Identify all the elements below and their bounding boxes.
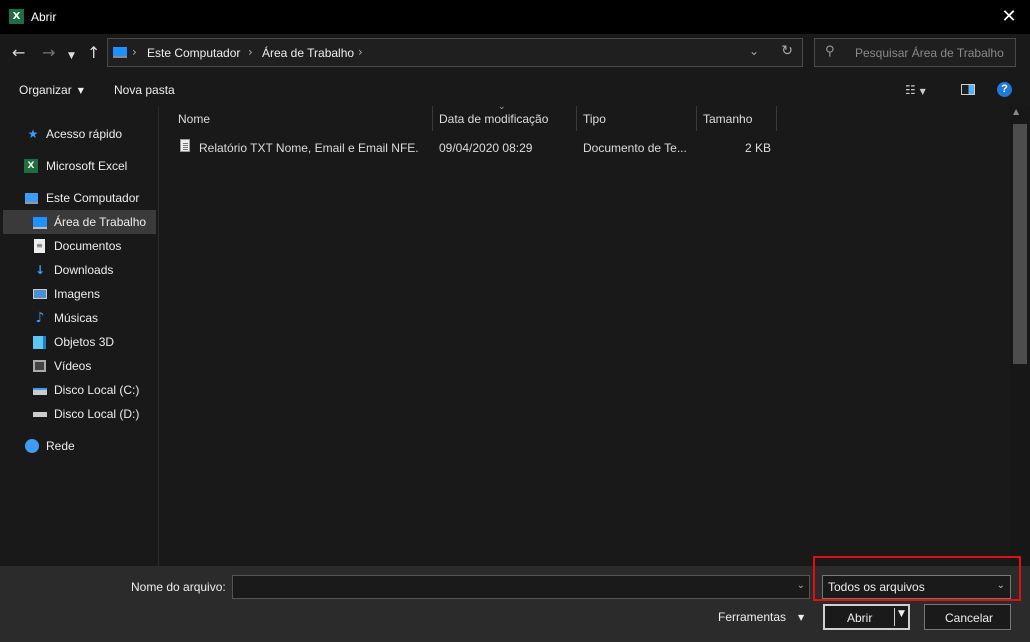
drive-icon bbox=[33, 388, 47, 395]
organize-button[interactable]: Organizar ▼ bbox=[19, 83, 84, 97]
column-header-label: Nome bbox=[178, 112, 211, 126]
sidebar-item-images[interactable]: Imagens bbox=[3, 282, 156, 306]
sidebar-item-label: Vídeos bbox=[54, 359, 92, 373]
split-divider bbox=[894, 608, 895, 626]
sidebar-item-drive-d[interactable]: Disco Local (D:) bbox=[3, 402, 156, 426]
sidebar-item-this-pc[interactable]: Este Computador bbox=[3, 186, 156, 210]
tools-button[interactable]: Ferramentas ▼ bbox=[718, 610, 804, 624]
search-input[interactable]: Pesquisar Área de Trabalho bbox=[855, 46, 1004, 60]
sidebar-item-excel[interactable]: X Microsoft Excel bbox=[3, 154, 156, 178]
filename-label: Nome do arquivo: bbox=[131, 580, 226, 594]
sidebar-item-desktop[interactable]: Área de Trabalho bbox=[3, 210, 156, 234]
desktop-icon bbox=[33, 217, 47, 229]
sidebar-item-label: Documentos bbox=[54, 239, 122, 253]
view-options-icon[interactable]: ☷ ▼ bbox=[905, 83, 926, 97]
column-header-type[interactable]: Tipo bbox=[577, 106, 696, 131]
column-header-label: Data de modificação bbox=[439, 112, 549, 126]
new-folder-button[interactable]: Nova pasta bbox=[114, 83, 175, 97]
command-toolbar: Organizar ▼ Nova pasta bbox=[0, 74, 1030, 106]
tools-label: Ferramentas bbox=[718, 610, 787, 624]
open-button-label: Abrir bbox=[847, 611, 873, 625]
open-options-caret-icon[interactable]: ▼ bbox=[898, 609, 905, 619]
cancel-button-label: Cancelar bbox=[945, 611, 994, 625]
network-icon bbox=[25, 439, 39, 453]
sidebar-item-label: Acesso rápido bbox=[46, 127, 123, 141]
window-title: Abrir bbox=[31, 10, 57, 24]
sidebar-item-label: Imagens bbox=[54, 287, 101, 301]
file-modified: 09/04/2020 08:29 bbox=[439, 141, 533, 155]
forward-arrow-icon[interactable]: → bbox=[42, 44, 55, 62]
file-type: Documento de Te... bbox=[583, 141, 687, 155]
chevron-right-icon[interactable]: › bbox=[248, 45, 253, 59]
highlight-box bbox=[813, 556, 1021, 601]
column-header-label: Tamanho bbox=[703, 112, 753, 126]
excel-icon: X bbox=[24, 159, 38, 173]
organize-label: Organizar bbox=[19, 83, 72, 97]
title-bar: X Abrir ✕ bbox=[0, 0, 1030, 34]
sidebar-item-downloads[interactable]: ↓ Downloads bbox=[3, 258, 156, 282]
drive-icon bbox=[33, 412, 47, 417]
scroll-up-icon[interactable]: ▲ bbox=[1013, 107, 1019, 116]
column-header-name[interactable]: Nome bbox=[159, 106, 432, 131]
caret-down-icon: ▼ bbox=[77, 86, 84, 95]
sidebar-item-label: Músicas bbox=[54, 311, 99, 325]
help-icon[interactable]: ? bbox=[997, 82, 1012, 97]
back-arrow-icon[interactable]: ← bbox=[12, 44, 25, 62]
sidebar-item-network[interactable]: Rede bbox=[3, 434, 156, 458]
search-box[interactable]: ⚲ Pesquisar Área de Trabalho bbox=[814, 38, 1016, 67]
computer-icon bbox=[113, 47, 127, 58]
refresh-icon[interactable]: ↻ bbox=[781, 43, 793, 59]
sidebar-item-music[interactable]: ♪ Músicas bbox=[3, 306, 156, 330]
caret-down-icon: ▼ bbox=[798, 613, 805, 622]
file-list-pane: Nome ⌄ Data de modificação Tipo Tamanho bbox=[159, 102, 1010, 566]
sidebar-item-documents[interactable]: ≡ Documentos bbox=[3, 234, 156, 258]
preview-pane-icon[interactable] bbox=[961, 84, 975, 95]
sidebar-item-label: Objetos 3D bbox=[54, 335, 115, 349]
computer-icon bbox=[25, 193, 38, 204]
sidebar-item-label: Este Computador bbox=[46, 191, 140, 205]
breadcrumb-computer[interactable]: Este Computador bbox=[147, 46, 240, 60]
filename-input[interactable]: ⌄ bbox=[232, 575, 810, 599]
documents-icon: ≡ bbox=[34, 239, 45, 253]
music-icon: ♪ bbox=[35, 310, 45, 326]
scrollbar-thumb[interactable] bbox=[1013, 124, 1027, 364]
sidebar-item-quick-access[interactable]: ★ Acesso rápido bbox=[3, 122, 156, 146]
sidebar-item-label: Rede bbox=[46, 439, 75, 453]
cancel-button[interactable]: Cancelar bbox=[924, 604, 1011, 630]
excel-icon: X bbox=[9, 9, 24, 24]
chevron-down-icon[interactable]: ⌄ bbox=[797, 580, 805, 591]
open-button[interactable]: Abrir ▼ bbox=[823, 604, 910, 630]
column-header-size[interactable]: Tamanho bbox=[697, 106, 776, 131]
video-icon bbox=[33, 360, 46, 372]
up-arrow-icon[interactable]: ↑ bbox=[87, 44, 100, 62]
sidebar-item-label: Disco Local (D:) bbox=[54, 407, 140, 421]
sidebar-item-label: Microsoft Excel bbox=[46, 159, 128, 173]
cube-icon bbox=[33, 336, 46, 349]
text-file-icon bbox=[180, 139, 190, 152]
sidebar-item-3d-objects[interactable]: Objetos 3D bbox=[3, 330, 156, 354]
file-size: 2 KB bbox=[745, 141, 772, 155]
chevron-right-icon[interactable]: › bbox=[132, 45, 137, 59]
images-icon bbox=[33, 289, 47, 299]
star-icon: ★ bbox=[27, 127, 39, 141]
address-bar[interactable]: › Este Computador › Área de Trabalho › ⌄… bbox=[107, 38, 803, 67]
close-icon[interactable]: ✕ bbox=[998, 6, 1020, 28]
column-divider[interactable] bbox=[776, 106, 777, 131]
column-header-modified[interactable]: Data de modificação bbox=[433, 106, 576, 131]
file-name: Relatório TXT Nome, Email e Email NFE. bbox=[199, 141, 419, 155]
sidebar-item-label: Downloads bbox=[54, 263, 114, 277]
sidebar-item-videos[interactable]: Vídeos bbox=[3, 354, 156, 378]
sidebar-item-label: Disco Local (C:) bbox=[54, 383, 140, 397]
column-header-label: Tipo bbox=[583, 112, 606, 126]
chevron-right-icon[interactable]: › bbox=[358, 45, 363, 59]
sidebar-item-drive-c[interactable]: Disco Local (C:) bbox=[3, 378, 156, 402]
sidebar-item-label: Área de Trabalho bbox=[54, 215, 147, 229]
breadcrumb-desktop[interactable]: Área de Trabalho bbox=[262, 46, 354, 60]
chevron-down-icon[interactable]: ⌄ bbox=[749, 44, 759, 58]
search-icon: ⚲ bbox=[825, 44, 835, 59]
recent-locations-chevron-icon[interactable]: ▼ bbox=[68, 47, 75, 65]
file-row[interactable]: Relatório TXT Nome, Email e Email NFE. 0… bbox=[176, 138, 776, 158]
download-icon: ↓ bbox=[34, 263, 46, 277]
